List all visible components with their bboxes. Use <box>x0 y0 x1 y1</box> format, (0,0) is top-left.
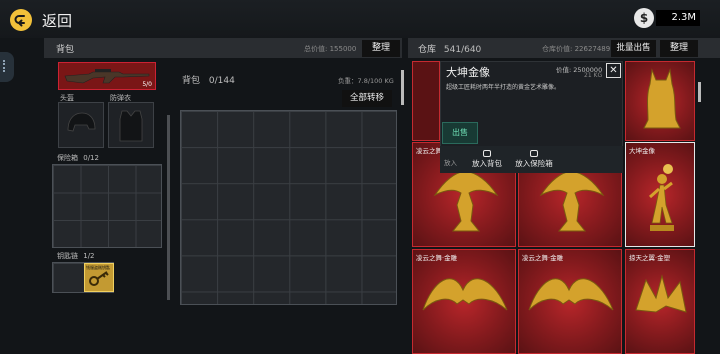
item-name: 凌云之舞 <box>416 147 442 155</box>
item-name: 凌云之舞·金雕 <box>416 254 458 262</box>
sell-button[interactable]: 出售 <box>442 122 478 144</box>
item-name: 掠天之翼·金塑 <box>629 254 671 262</box>
warehouse-item-partial[interactable] <box>412 61 440 141</box>
warehouse-item[interactable]: 凌云之舞·金雕 <box>518 249 622 354</box>
backpack-title: 背包 <box>56 45 75 55</box>
warehouse-item[interactable] <box>625 61 695 141</box>
golden-eagle-statue-icon <box>528 278 614 311</box>
weapon-ammo-count: 5/0 <box>142 81 152 88</box>
put-into-label: 放入 <box>444 159 457 167</box>
back-button[interactable]: 返回 <box>42 10 72 31</box>
key-item-label: 钱服盗贼钥匙 <box>86 265 110 270</box>
backpack-grid[interactable] <box>180 110 397 305</box>
close-icon[interactable]: ✕ <box>606 63 621 78</box>
golden-dragon-statue-icon <box>635 274 687 313</box>
backpack-header: 背包 总价值: 155000 <box>44 38 402 58</box>
warehouse-sort-button[interactable]: 整理 <box>660 40 698 57</box>
put-into-backpack-label: 放入背包 <box>472 159 502 168</box>
keychain-count: 1/2 <box>83 252 95 260</box>
backpack-sort-button[interactable]: 整理 <box>362 40 400 57</box>
item-name: 凌云之舞·金雕 <box>522 254 564 262</box>
safe-count: 0/12 <box>83 154 99 162</box>
rifle-icon <box>64 69 150 84</box>
backpack-scrollbar[interactable] <box>401 70 404 105</box>
safe-icon <box>530 150 538 157</box>
bulk-sell-button[interactable]: 批量出售 <box>611 40 656 57</box>
equipment-scrollbar[interactable] <box>167 115 170 300</box>
put-into-safe-button[interactable]: 放入保险箱 <box>512 150 556 169</box>
golden-eagle-statue-icon <box>422 278 508 311</box>
popup-weight: 21 KG <box>584 72 603 79</box>
vest-slot[interactable] <box>108 102 154 148</box>
warehouse-capacity: 541/640 <box>443 45 482 55</box>
warehouse-item[interactable]: 凌云之舞·金雕 <box>412 249 516 354</box>
back-arrow-icon[interactable] <box>10 9 32 31</box>
safe-box-grid[interactable] <box>52 164 162 248</box>
coin-icon: $ <box>634 8 654 28</box>
golden-figure-statue-icon <box>649 164 674 231</box>
golden-cat-statue-icon <box>643 68 681 129</box>
warehouse-item[interactable]: 掠天之翼·金塑 <box>625 249 695 354</box>
put-into-backpack-button[interactable]: 放入背包 <box>470 150 504 169</box>
helmet-slot[interactable] <box>58 102 104 148</box>
body-armor-icon <box>119 110 143 142</box>
backpack-total-value: 总价值: 155000 <box>304 45 357 53</box>
popup-title: 大坤金像 <box>446 66 490 79</box>
bag-title: 背包 <box>182 76 201 86</box>
currency-balance: 2.3M <box>656 10 700 26</box>
keychain-label: 钥匙链 <box>57 252 78 260</box>
top-bar <box>0 0 720 38</box>
warehouse-value: 仓库价值: 22627489 <box>542 45 611 53</box>
put-into-safe-label: 放入保险箱 <box>515 159 553 168</box>
safe-label: 保险箱 <box>57 154 78 162</box>
transfer-all-button[interactable]: 全部转移 <box>342 90 392 107</box>
helmet-icon <box>67 112 96 132</box>
item-name: 大坤金像 <box>629 147 655 155</box>
bag-load-weight: 负重：7.8/100 KG <box>338 77 394 85</box>
side-drawer-handle[interactable] <box>0 52 14 82</box>
warehouse-scrollbar[interactable] <box>698 82 701 102</box>
popup-description: 超级工匠耗时两年半打造的黄金艺术雕像。 <box>446 84 561 91</box>
warehouse-item-selected[interactable]: 大坤金像 <box>625 142 695 247</box>
key-item[interactable]: 钱服盗贼钥匙 <box>84 263 114 292</box>
weapon-slot[interactable]: 5/0 <box>58 62 156 90</box>
bag-capacity: 0/144 <box>208 76 235 86</box>
backpack-icon <box>483 150 491 157</box>
warehouse-title: 仓库 <box>418 45 437 55</box>
